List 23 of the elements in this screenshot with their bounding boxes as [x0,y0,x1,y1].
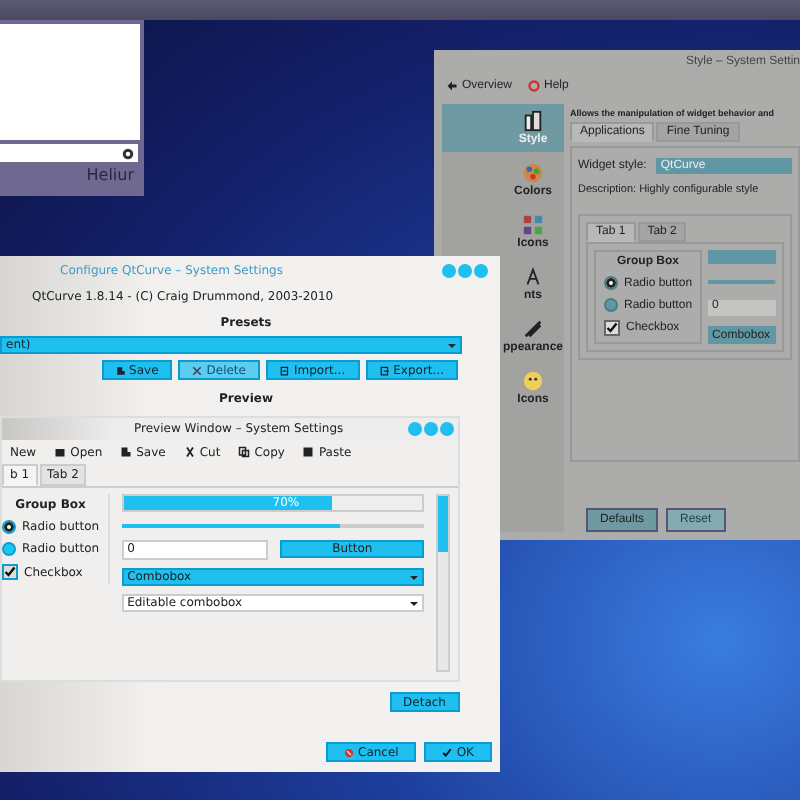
smiley-icon [522,370,544,392]
palette-icon [522,162,544,184]
content-area [0,24,140,140]
export-icon [379,365,390,375]
check-icon [442,747,453,757]
style-icon [522,110,544,132]
window-label: Heliur [86,166,136,184]
clear-icon[interactable] [122,147,134,159]
scrollbar[interactable] [436,494,450,672]
save-icon [120,446,133,458]
copy-icon [238,446,251,458]
back-arrow-icon [446,80,458,92]
cancel-icon [344,747,354,757]
input-field[interactable] [0,144,138,162]
lifebuoy-icon [528,80,541,92]
brush-icon [522,318,544,340]
save-icon [115,365,126,375]
icon-grid-icon [522,214,544,236]
cross-icon [192,365,203,375]
font-icon [522,266,544,288]
import-icon [279,365,290,375]
scissors-icon [183,446,196,458]
progress-bar [708,250,776,264]
